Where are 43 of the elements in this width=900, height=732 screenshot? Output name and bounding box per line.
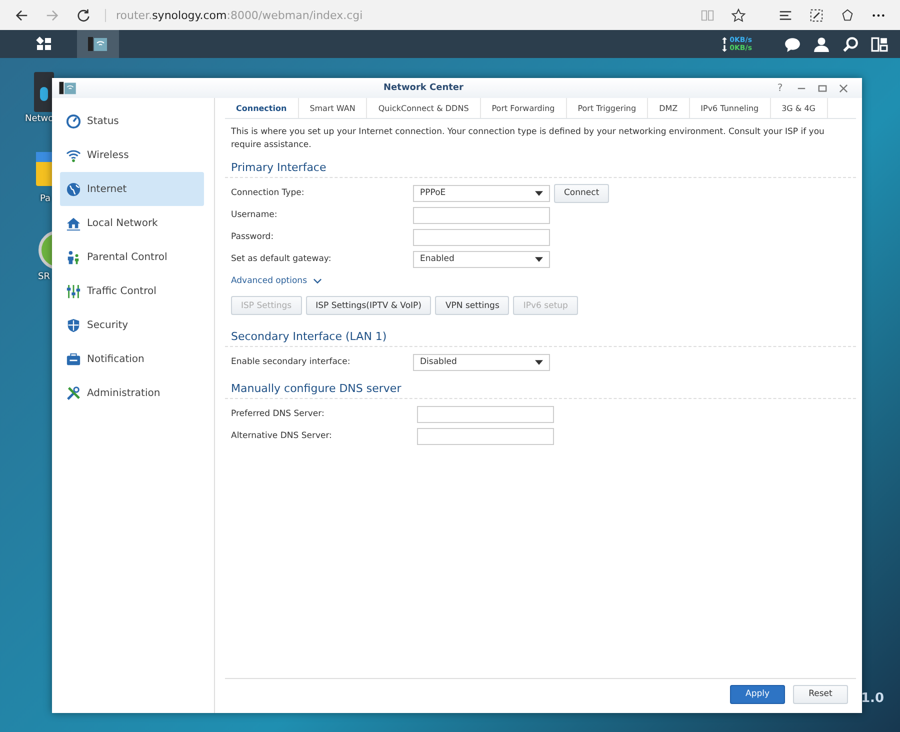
- field-label: Connection Type:: [231, 188, 306, 198]
- section-heading: Primary Interface: [225, 154, 856, 178]
- dropdown[interactable]: Enabled: [413, 250, 550, 268]
- section-heading: Secondary Interface (LAN 1): [225, 323, 856, 347]
- sidebar-item[interactable]: Internet: [60, 172, 204, 206]
- tab[interactable]: Smart WAN: [298, 98, 368, 118]
- sidebar-item[interactable]: Wireless: [60, 138, 204, 172]
- sidebar-item[interactable]: Security: [60, 308, 204, 342]
- field-label: Set as default gateway:: [231, 254, 332, 264]
- field-label: Alternative DNS Server:: [231, 431, 333, 441]
- settings-button[interactable]: VPN settings: [435, 296, 510, 315]
- version-label: 1.0: [860, 691, 884, 706]
- field-label: Username:: [231, 210, 278, 220]
- desktop-icon-label: Pa: [40, 194, 51, 204]
- tab[interactable]: QuickConnect & DDNS: [367, 98, 481, 118]
- tab[interactable]: Port Triggering: [566, 98, 648, 118]
- tab[interactable]: DMZ: [648, 98, 690, 118]
- tab[interactable]: IPv6 Tunneling: [690, 98, 771, 118]
- advanced-options-link[interactable]: Advanced options: [225, 270, 856, 288]
- sidebar-item[interactable]: Traffic Control: [60, 274, 204, 308]
- sidebar-item[interactable]: Notification: [60, 342, 204, 376]
- sidebar-item[interactable]: Parental Control: [60, 240, 204, 274]
- address-bar[interactable]: router.synology.com:8000/webman/index.cgi: [105, 8, 652, 22]
- field-label: Enable secondary interface:: [231, 357, 352, 367]
- apply-button[interactable]: Apply: [730, 684, 785, 704]
- reset-button[interactable]: Reset: [793, 684, 848, 704]
- field-label: Password:: [231, 232, 275, 242]
- help-button[interactable]: ?: [772, 82, 788, 94]
- tab[interactable]: Connection: [225, 98, 299, 118]
- description-text: This is where you set up your Internet connection. Your connection type is defined by your networking environment. Consult your ISP if you require assistance.: [231, 126, 826, 152]
- field-label: Preferred DNS Server:: [231, 409, 326, 419]
- sidebar-item[interactable]: Status: [60, 104, 204, 138]
- tab[interactable]: 3G & 4G: [770, 98, 828, 118]
- dropdown[interactable]: PPPoE: [413, 184, 550, 202]
- sidebar-item[interactable]: Administration: [60, 376, 204, 410]
- window-title: Network Center: [382, 83, 464, 93]
- tab[interactable]: Port Forwarding: [480, 98, 567, 118]
- settings-button[interactable]: ISP Settings(IPTV & VoIP): [306, 296, 432, 315]
- sidebar-item[interactable]: Local Network: [60, 206, 204, 240]
- desktop-icon-label: SR: [38, 272, 50, 282]
- dropdown[interactable]: Disabled: [413, 354, 550, 370]
- section-heading: Manually configure DNS server: [225, 375, 856, 399]
- connect-button[interactable]: Connect: [554, 184, 610, 202]
